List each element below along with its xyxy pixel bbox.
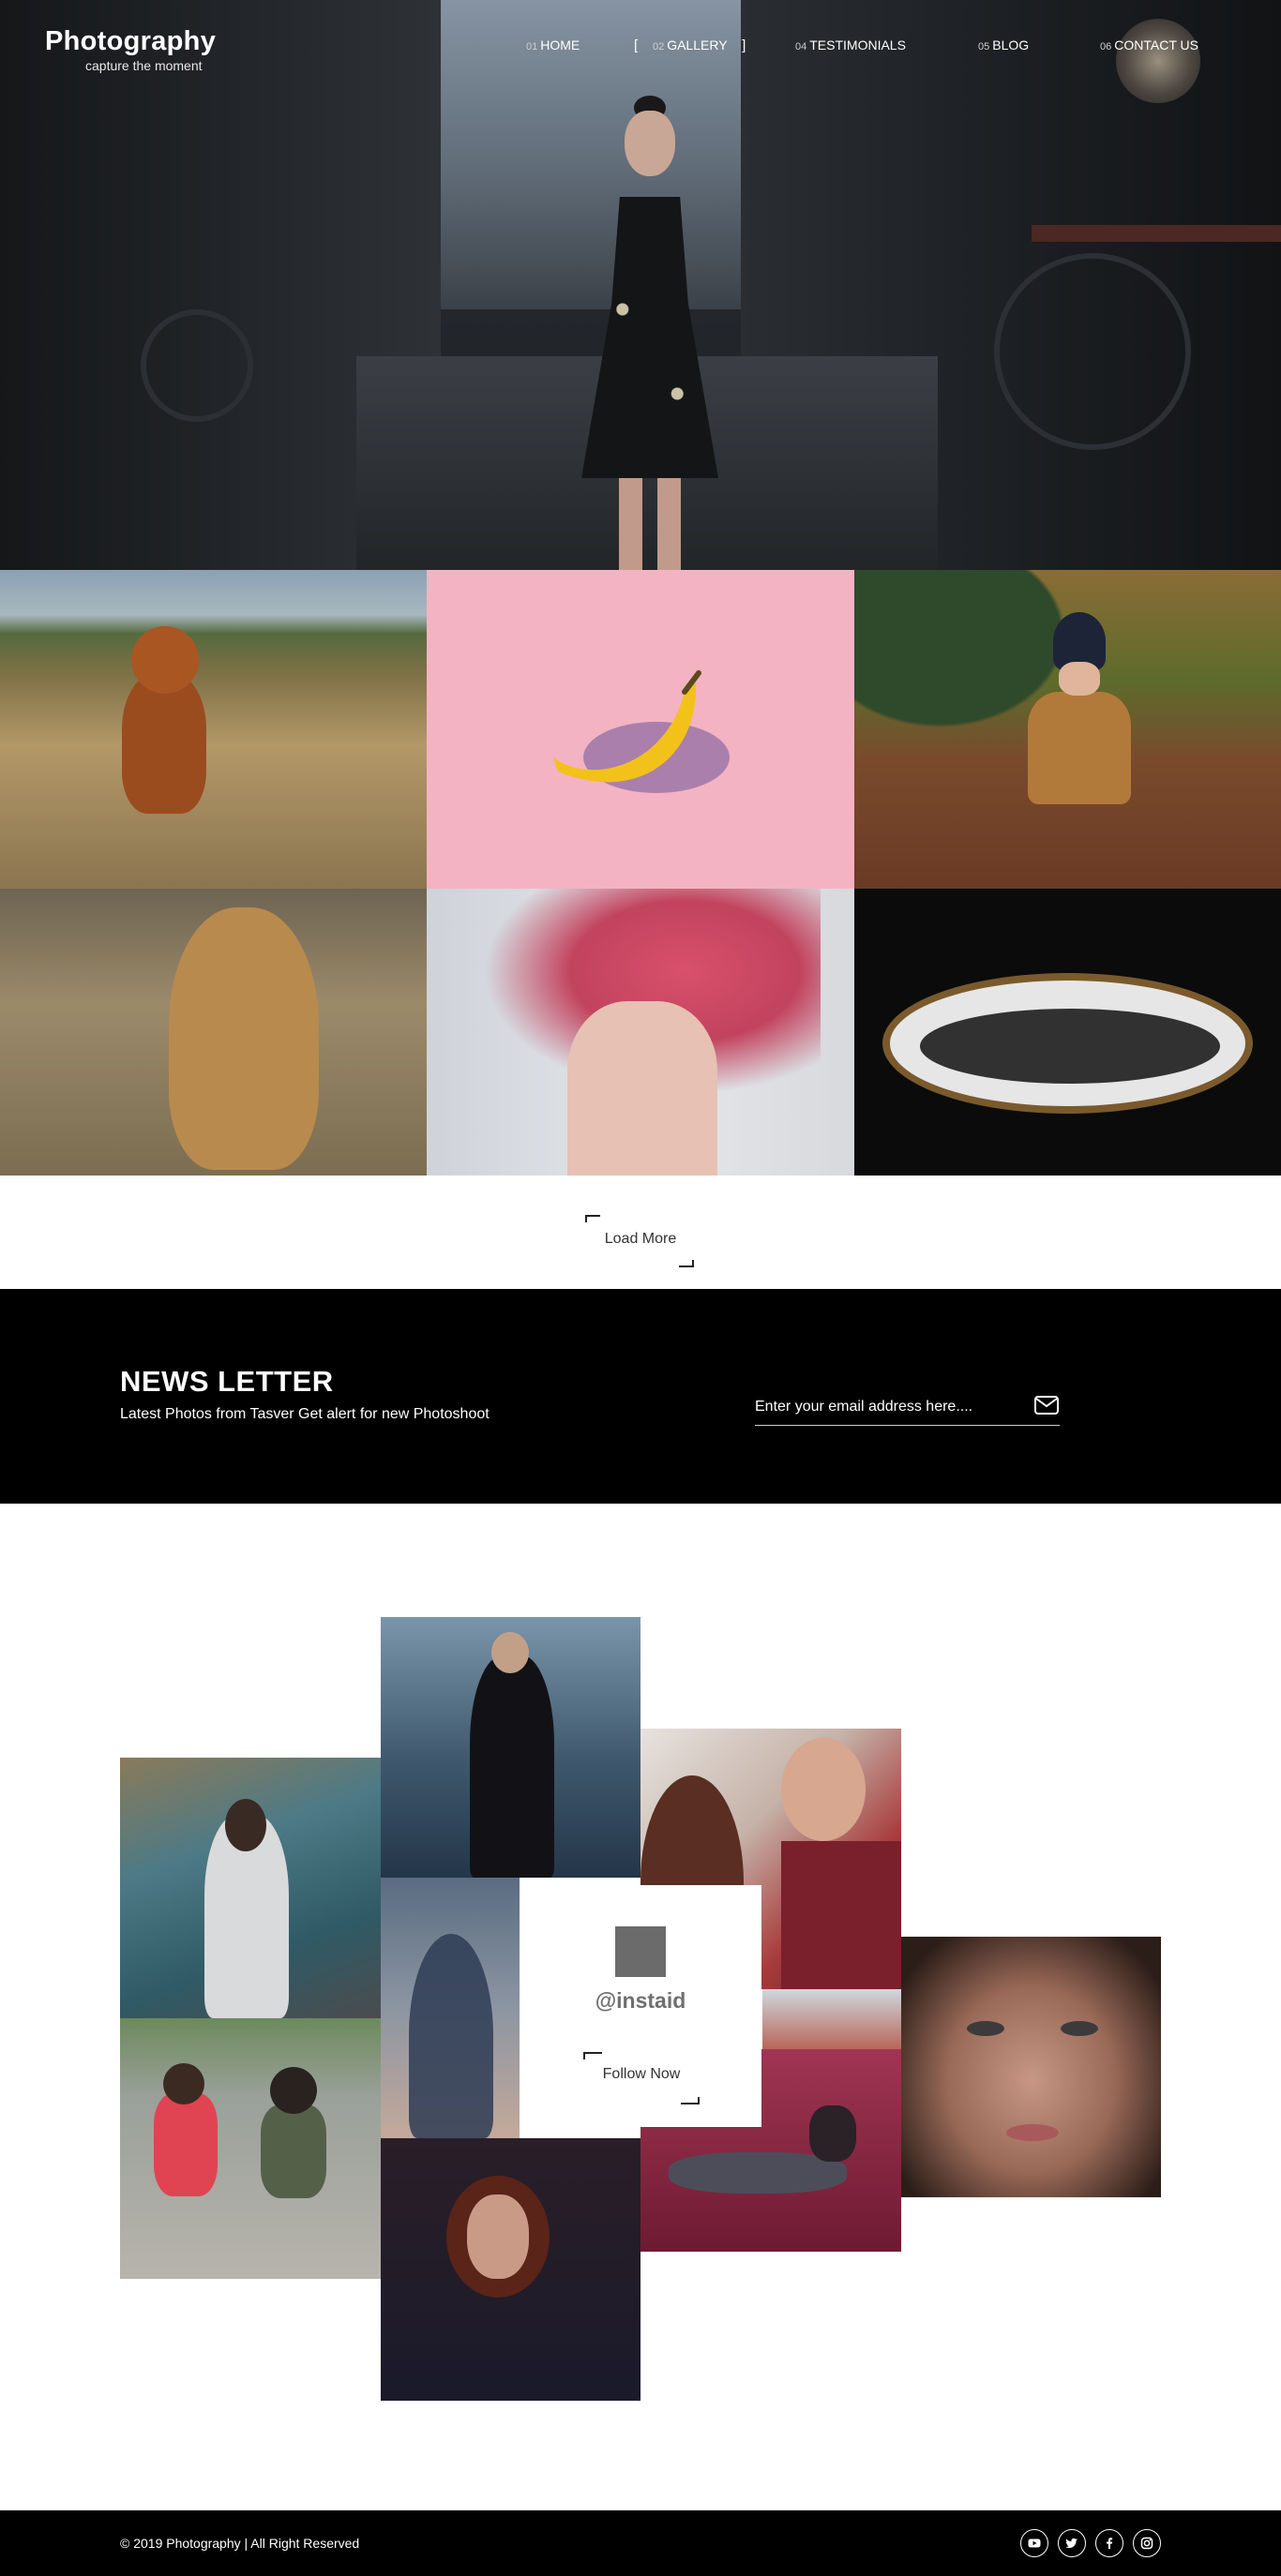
logo-tagline: capture the moment xyxy=(85,58,203,73)
hero-train-bar xyxy=(1032,225,1281,242)
hero-wheel xyxy=(141,309,253,422)
gallery-photo-jewelry[interactable] xyxy=(854,889,1281,1176)
nav-label: GALLERY xyxy=(667,37,728,52)
newsletter-form xyxy=(755,1392,1060,1426)
site-footer: © 2019 Photography | All Right Reserved xyxy=(0,2510,1281,2576)
nav-label: TESTIMONIALS xyxy=(809,37,906,52)
hero-lamp xyxy=(1116,19,1200,103)
twitter-icon[interactable] xyxy=(1058,2529,1086,2557)
facebook-icon[interactable] xyxy=(1095,2529,1123,2557)
load-more-button[interactable]: Load More xyxy=(585,1215,696,1267)
bracket-corner xyxy=(681,2097,700,2104)
gallery-photo-pink-hair[interactable] xyxy=(427,889,854,1176)
nav-number: 06 xyxy=(1100,41,1112,52)
insta-photo-face-closeup[interactable] xyxy=(901,1937,1161,2197)
gallery-photo-child[interactable] xyxy=(854,570,1281,889)
instagram-card: @instaid Follow Now xyxy=(520,1885,761,2127)
page: Photography capture the moment 01 HOME [ … xyxy=(0,0,1281,2576)
social-links xyxy=(1020,2529,1161,2557)
nav-label: BLOG xyxy=(992,37,1030,52)
nav-item-testimonials[interactable]: 04 TESTIMONIALS xyxy=(795,37,906,52)
insta-photo-dark-portrait[interactable] xyxy=(381,2138,640,2401)
nav-bracket-close: ] xyxy=(742,37,746,53)
newsletter-email-input[interactable] xyxy=(755,1396,1017,1418)
insta-photo-building[interactable] xyxy=(762,1989,901,2049)
load-more-label: Load More xyxy=(604,1231,677,1247)
instagram-logo-icon xyxy=(615,1926,666,1977)
main-nav: 01 HOME [ 02 GALLERY ] 04 TESTIMONIALS 05 BL… xyxy=(0,37,1281,60)
nav-label: CONTACT US xyxy=(1114,37,1198,52)
gallery-photo-banana[interactable] xyxy=(427,570,854,889)
nav-bracket-open: [ xyxy=(634,37,639,53)
envelope-icon[interactable] xyxy=(1033,1394,1060,1416)
nav-label: HOME xyxy=(540,37,580,52)
nav-number: 05 xyxy=(978,41,990,52)
instagram-collage: @instaid Follow Now xyxy=(0,1504,1281,2510)
nav-item-blog[interactable]: 05 BLOG xyxy=(978,37,1029,52)
newsletter-subtitle: Latest Photos from Tasver Get alert for … xyxy=(120,1406,490,1422)
nav-item-contact[interactable]: 06 CONTACT US xyxy=(1100,37,1198,52)
hero-model xyxy=(551,96,748,570)
bracket-corner xyxy=(583,2052,602,2059)
insta-photo-woman-street[interactable] xyxy=(120,1758,381,2018)
copyright-text: © 2019 Photography | All Right Reserved xyxy=(120,2536,360,2551)
gallery-grid xyxy=(0,570,1281,1176)
nav-item-gallery[interactable]: [ 02 GALLERY ] xyxy=(634,37,746,53)
nav-item-home[interactable]: 01 HOME xyxy=(526,37,580,52)
nav-number: 01 xyxy=(526,41,538,52)
newsletter-title: NEWS LETTER xyxy=(120,1365,334,1398)
gallery-photo-lion-cub[interactable] xyxy=(0,889,427,1176)
instagram-icon[interactable] xyxy=(1133,2529,1161,2557)
hero-wheel xyxy=(994,253,1191,450)
newsletter-section: NEWS LETTER Latest Photos from Tasver Ge… xyxy=(0,1289,1281,1504)
follow-now-label: Follow Now xyxy=(602,2066,681,2082)
insta-photo-bride-silhouette[interactable] xyxy=(381,1878,520,2138)
insta-photo-kids[interactable] xyxy=(120,2018,381,2279)
gallery-photo-dog[interactable] xyxy=(0,570,427,889)
nav-number: 02 xyxy=(652,41,665,52)
youtube-icon[interactable] xyxy=(1020,2529,1048,2557)
bracket-corner xyxy=(585,1215,600,1222)
insta-photo-black-gown[interactable] xyxy=(381,1617,640,1878)
instagram-handle: @instaid xyxy=(595,1988,686,2013)
follow-now-button[interactable]: Follow Now xyxy=(583,2052,700,2104)
hero-banner: Photography capture the moment 01 HOME [ … xyxy=(0,0,1281,570)
bracket-corner xyxy=(679,1260,694,1267)
nav-number: 04 xyxy=(795,41,807,52)
